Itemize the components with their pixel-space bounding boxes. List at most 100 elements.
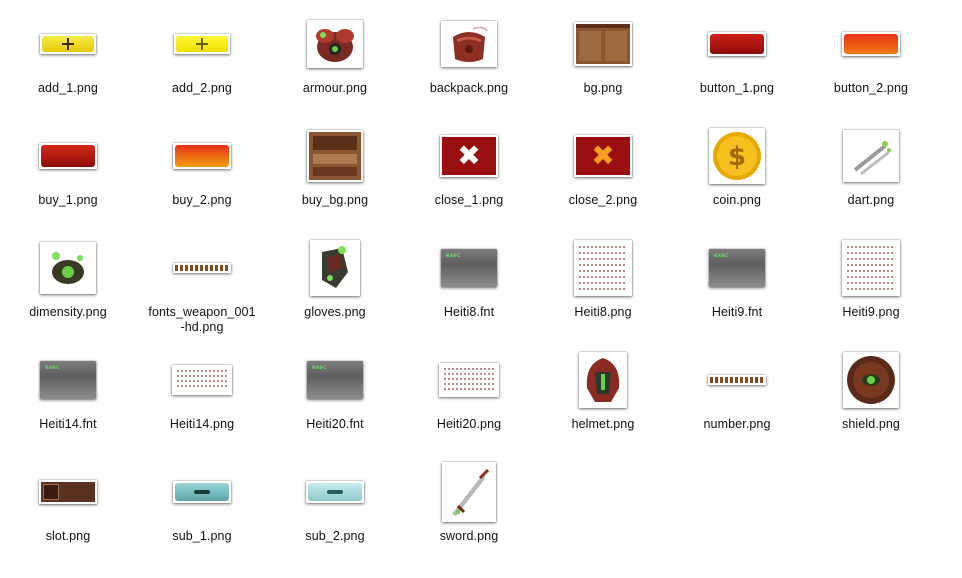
file-name: sub_2.png [305, 529, 365, 543]
file-item[interactable]: dart.png [804, 118, 938, 230]
file-item[interactable]: exec Heiti9.fnt [670, 230, 804, 342]
file-name: gloves.png [304, 305, 366, 319]
file-name: buy_1.png [38, 193, 98, 207]
file-item[interactable]: shield.png [804, 342, 938, 454]
file-name: close_1.png [434, 193, 504, 207]
file-name: Heiti20.fnt [306, 417, 364, 431]
shield-icon [843, 352, 899, 408]
file-name: Heiti8.png [574, 305, 632, 319]
file-item[interactable]: fonts_weapon_001 -hd.png [135, 230, 269, 342]
subtract-icon [306, 481, 364, 503]
close-icon: ✖ [574, 135, 632, 177]
coin-icon: $ [709, 128, 765, 184]
file-name: buy_2.png [172, 193, 232, 207]
background-icon [574, 22, 632, 66]
file-name: Heiti14.png [169, 417, 235, 431]
dimensity-icon [40, 242, 96, 294]
file-name: slot.png [45, 529, 91, 543]
buy-button-icon [173, 143, 231, 169]
file-item[interactable]: button_1.png [670, 6, 804, 118]
file-item[interactable]: gloves.png [268, 230, 402, 342]
file-name: bg.png [583, 81, 623, 95]
file-name: helmet.png [571, 417, 635, 431]
fnt-file-icon: exec [709, 249, 765, 287]
file-item[interactable]: number.png [670, 342, 804, 454]
buy-background-icon [307, 130, 363, 182]
slot-icon [39, 480, 97, 504]
file-item[interactable]: buy_2.png [135, 118, 269, 230]
file-item[interactable]: button_2.png [804, 6, 938, 118]
fnt-badge: exec [446, 252, 461, 259]
file-item[interactable]: Heiti14.png [135, 342, 269, 454]
file-item[interactable]: exec Heiti20.fnt [268, 342, 402, 454]
file-item[interactable]: $ coin.png [670, 118, 804, 230]
font-strip-icon [173, 263, 231, 273]
file-grid: add_1.png add_2.png armour.png backpack.… [0, 0, 962, 578]
file-item[interactable]: Heiti9.png [804, 230, 938, 342]
file-name: armour.png [302, 81, 368, 95]
font-sheet-icon [574, 240, 632, 296]
file-item[interactable]: dimensity.png [1, 230, 135, 342]
file-item[interactable]: slot.png [1, 454, 135, 566]
font-sheet-icon [172, 365, 232, 395]
number-strip-icon [708, 375, 766, 385]
file-name: button_2.png [833, 81, 909, 95]
file-name: Heiti8.fnt [443, 305, 495, 319]
fnt-file-icon: exec [441, 249, 497, 287]
add-icon [174, 34, 230, 54]
file-item[interactable]: armour.png [268, 6, 402, 118]
font-sheet-icon [439, 363, 499, 397]
file-name: buy_bg.png [301, 193, 369, 207]
sword-icon [442, 462, 496, 522]
file-item[interactable]: sub_2.png [268, 454, 402, 566]
file-name: number.png [703, 417, 771, 431]
file-name: dart.png [847, 193, 895, 207]
file-name: dimensity.png [29, 305, 107, 319]
file-name: backpack.png [429, 81, 509, 95]
file-item[interactable]: add_2.png [135, 6, 269, 118]
close-icon: ✖ [440, 135, 498, 177]
file-item[interactable]: exec Heiti14.fnt [1, 342, 135, 454]
buy-button-icon [39, 143, 97, 169]
file-name: button_1.png [699, 81, 775, 95]
file-item[interactable]: helmet.png [536, 342, 670, 454]
subtract-icon [173, 481, 231, 503]
file-name: add_2.png [172, 81, 232, 95]
svg-text:$: $ [728, 142, 746, 172]
file-item[interactable]: ✖ close_1.png [402, 118, 536, 230]
file-name: fonts_weapon_001 -hd.png [148, 305, 256, 334]
font-sheet-icon [842, 240, 900, 296]
file-item[interactable]: Heiti8.png [536, 230, 670, 342]
file-name: coin.png [712, 193, 762, 207]
file-name: sword.png [439, 529, 499, 543]
file-name: Heiti9.fnt [711, 305, 763, 319]
file-name: sub_1.png [172, 529, 232, 543]
dart-icon [843, 130, 899, 182]
file-item[interactable]: buy_1.png [1, 118, 135, 230]
file-name: Heiti9.png [842, 305, 900, 319]
fnt-badge: exec [312, 364, 327, 371]
file-item[interactable]: exec Heiti8.fnt [402, 230, 536, 342]
button-icon [842, 32, 900, 56]
file-name: shield.png [842, 417, 900, 431]
file-item[interactable]: ✖ close_2.png [536, 118, 670, 230]
gloves-icon [310, 240, 360, 296]
fnt-file-icon: exec [307, 361, 363, 399]
armour-icon [307, 20, 363, 68]
file-name: Heiti20.png [436, 417, 502, 431]
file-item[interactable]: bg.png [536, 6, 670, 118]
file-item[interactable]: Heiti20.png [402, 342, 536, 454]
file-name: close_2.png [568, 193, 638, 207]
file-name: add_1.png [38, 81, 98, 95]
add-icon [40, 34, 96, 54]
button-icon [708, 32, 766, 56]
fnt-badge: exec [714, 252, 729, 259]
file-item[interactable]: sub_1.png [135, 454, 269, 566]
file-item[interactable]: buy_bg.png [268, 118, 402, 230]
file-item[interactable]: backpack.png [402, 6, 536, 118]
fnt-file-icon: exec [40, 361, 96, 399]
file-item[interactable]: add_1.png [1, 6, 135, 118]
fnt-badge: exec [45, 364, 60, 371]
file-item[interactable]: sword.png [402, 454, 536, 566]
backpack-icon [441, 21, 497, 67]
